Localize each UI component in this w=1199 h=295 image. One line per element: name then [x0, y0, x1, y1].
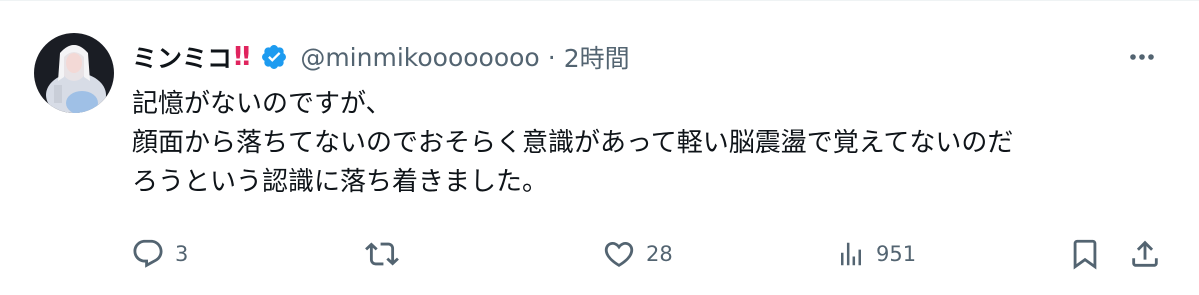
- avatar[interactable]: [34, 33, 114, 113]
- share-icon: [1132, 240, 1158, 267]
- verified-badge-icon[interactable]: [260, 43, 288, 71]
- views-count: 951: [876, 242, 917, 266]
- tweet-header: ミンミコ ‼ @minmikoooooooo · 2時間: [132, 37, 630, 77]
- tweet-text-line: 顔面から落ちてないのでおそらく意識があって軽い脳震盪で覚えてないのだ: [132, 128, 1014, 158]
- tweet[interactable]: ミンミコ ‼ @minmikoooooooo · 2時間 記憶がないのですが、 …: [0, 0, 1199, 295]
- views-button[interactable]: 951: [836, 231, 916, 277]
- share-button[interactable]: [1128, 231, 1162, 277]
- user-handle[interactable]: @minmikoooooooo: [300, 43, 539, 72]
- retweet-button[interactable]: [365, 231, 409, 277]
- tweet-text: 記憶がないのですが、 顔面から落ちてないのでおそらく意識があって軽い脳震盪で覚え…: [132, 85, 1162, 202]
- avatar-image: [34, 33, 114, 113]
- bookmark-button[interactable]: [1068, 231, 1102, 277]
- separator-dot: ·: [547, 42, 556, 72]
- like-button[interactable]: 28: [602, 231, 673, 277]
- reply-icon: [133, 239, 163, 268]
- action-bar: 3 28 951: [0, 231, 1199, 277]
- heart-icon: [604, 241, 634, 267]
- more-dots-icon[interactable]: [1126, 41, 1158, 73]
- reply-button[interactable]: 3: [131, 231, 188, 277]
- display-name[interactable]: ミンミコ: [132, 39, 232, 75]
- tweet-text-line: ろうという認識に落ち着きました。: [132, 167, 549, 197]
- views-bar-chart-icon: [841, 242, 861, 266]
- like-count: 28: [646, 242, 673, 266]
- bookmark-icon: [1073, 239, 1097, 270]
- double-exclamation-emoji: ‼: [234, 42, 250, 72]
- reply-count: 3: [175, 242, 189, 266]
- retweet-icon: [365, 242, 399, 266]
- tweet-text-line: 記憶がないのですが、: [132, 89, 392, 119]
- timestamp[interactable]: 2時間: [564, 39, 630, 75]
